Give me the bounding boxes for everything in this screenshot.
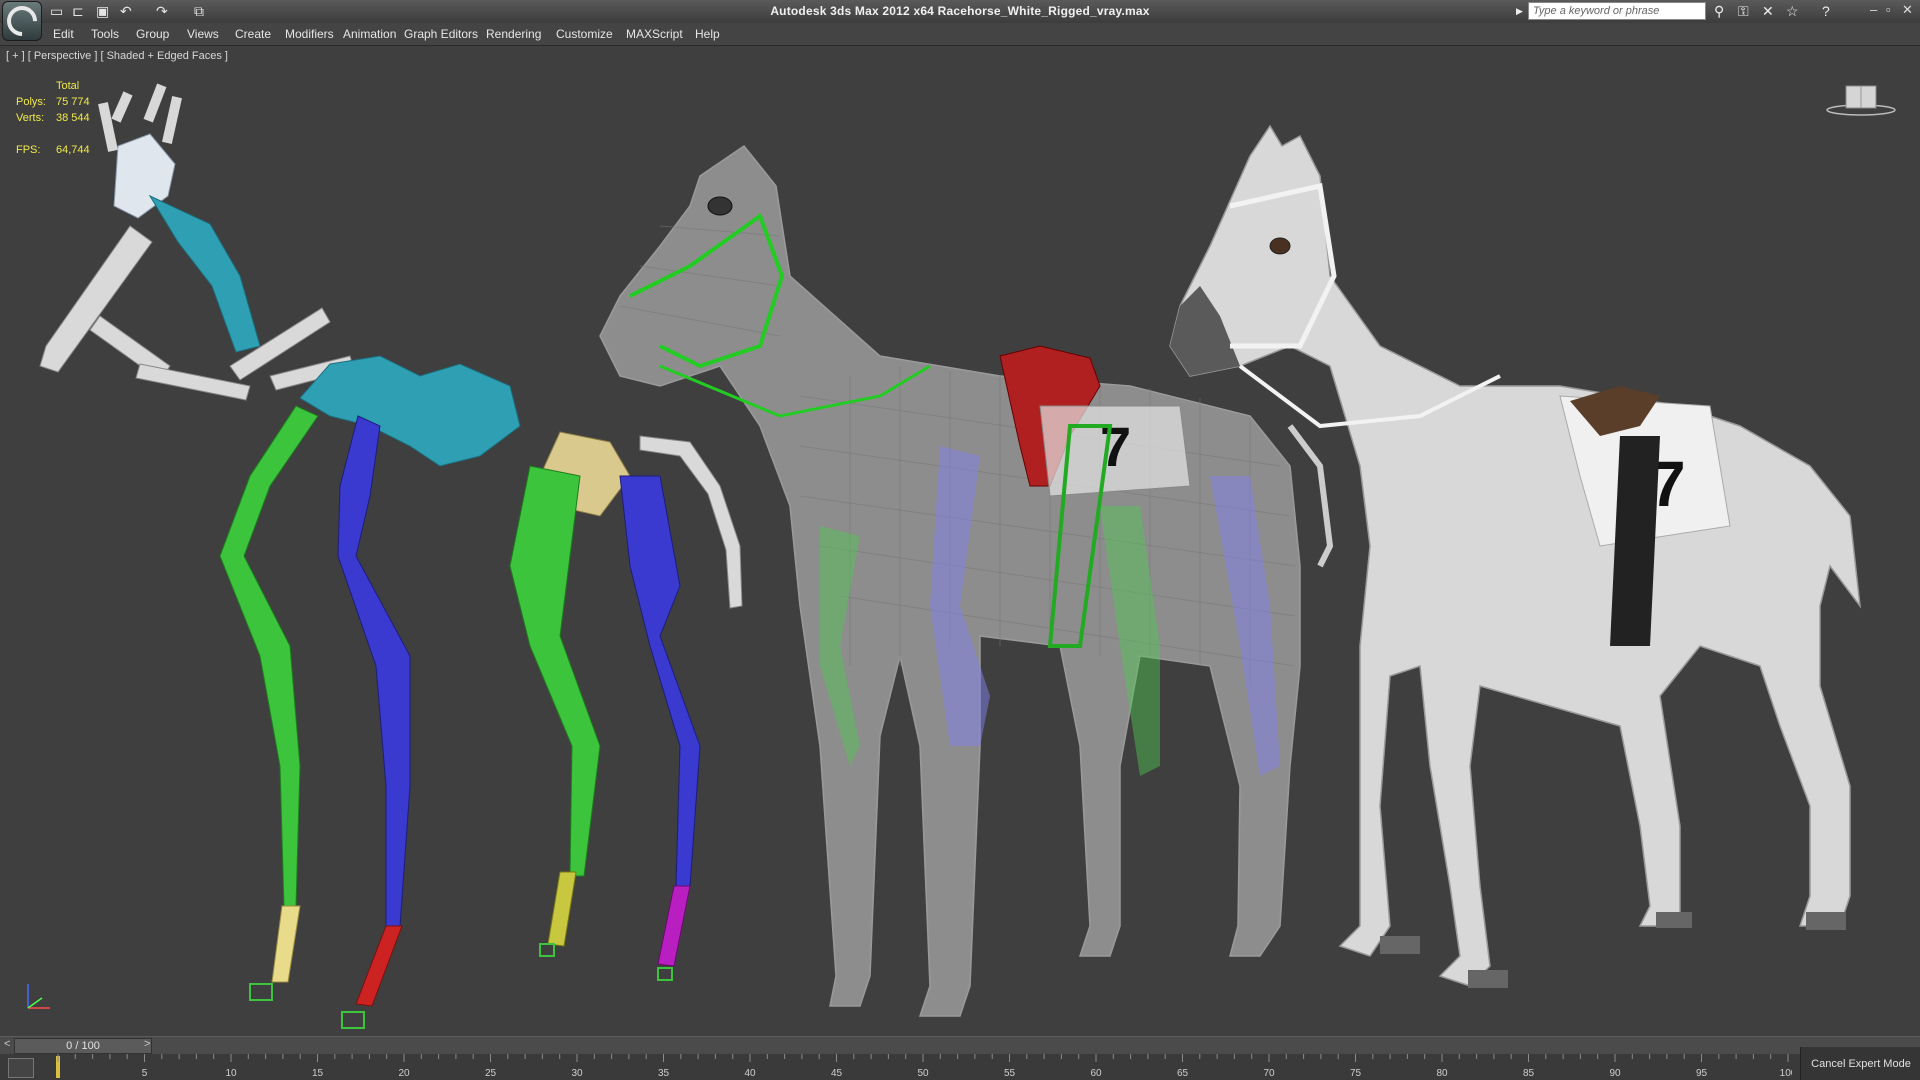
menu-bar: Edit Tools Group Views Create Modifiers … [0,23,1920,46]
search-input[interactable]: Type a keyword or phrase [1528,2,1706,20]
binoculars-icon[interactable]: ⚲ [1714,3,1724,20]
menu-help[interactable]: Help [695,27,720,41]
prev-frame-icon[interactable]: < [4,1038,10,1050]
ruler-tick-label: 55 [1004,1068,1016,1079]
ruler-tick-label: 85 [1523,1068,1535,1079]
ruler-tick-label: 5 [142,1068,148,1079]
ruler-tick-label: 95 [1696,1068,1708,1079]
close-icon[interactable]: ✕ [1902,2,1913,18]
ruler-tick-label: 60 [1090,1068,1102,1079]
time-slider[interactable]: 0 / 100 [14,1038,152,1054]
cancel-expert-mode-button[interactable]: Cancel Expert Mode [1800,1047,1920,1080]
menu-modifiers[interactable]: Modifiers [285,27,334,41]
track-bar-icon[interactable] [8,1058,34,1078]
ruler-tick-label: 45 [831,1068,843,1079]
ruler-tick-label: 30 [571,1068,583,1079]
perspective-viewport[interactable]: [ + ] [ Perspective ] [ Shaded + Edged F… [0,46,1920,1036]
menu-rendering[interactable]: Rendering [486,27,541,41]
ruler-tick-label: 20 [398,1068,410,1079]
chevron-right-icon[interactable]: ▶ [1516,6,1523,17]
key-icon[interactable]: ⚿ [1738,3,1749,20]
next-frame-icon[interactable]: > [144,1038,150,1050]
title-bar: ▭ ⊏ ▣ ↶ ↷ ⧉ Autodesk 3ds Max 2012 x64 Ra… [0,0,1920,43]
ruler-tick-label: 50 [917,1068,929,1079]
menu-tools[interactable]: Tools [91,27,119,41]
menu-views[interactable]: Views [187,27,219,41]
bone-rig[interactable] [39,83,743,1029]
axis-tripod-icon [27,984,50,1009]
ruler-tick-label: 100 [1780,1068,1792,1079]
menu-animation[interactable]: Animation [343,27,396,41]
menu-create[interactable]: Create [235,27,271,41]
star-icon[interactable]: ☆ [1786,3,1799,20]
ruler-tick-label: 80 [1436,1068,1448,1079]
app-logo-icon[interactable] [0,0,44,43]
scene-canvas: 7 7 [39,83,1862,1029]
ruler-tick-label: 70 [1263,1068,1275,1079]
ruler-tick-label: 65 [1177,1068,1189,1079]
menu-maxscript[interactable]: MAXScript [626,27,683,41]
menu-customize[interactable]: Customize [556,27,613,41]
ruler-tick-label: 25 [485,1068,497,1079]
menu-graph-editors[interactable]: Graph Editors [404,27,478,41]
menu-group[interactable]: Group [136,27,169,41]
ruler-tick-label: 40 [744,1068,756,1079]
time-slider-bar: < 0 / 100 > [0,1036,1920,1055]
menu-edit[interactable]: Edit [53,27,74,41]
minimize-icon[interactable]: – [1870,2,1877,17]
ruler-tick-label: 75 [1350,1068,1362,1079]
ruler-tick-label: 10 [225,1068,237,1079]
signin-icon[interactable]: ✕ [1762,3,1774,20]
timeline-ruler[interactable]: 5 10 15 20 25 30 35 40 45 50 55 60 65 70 75 80 85 90 95 100 [56,1054,1792,1080]
restore-icon[interactable]: ▫ [1886,2,1891,17]
help-icon[interactable]: ? [1822,3,1830,19]
ruler-tick-label: 15 [312,1068,324,1079]
ruler-tick-label: 35 [658,1068,670,1079]
ruler-tick-label: 90 [1609,1068,1621,1079]
